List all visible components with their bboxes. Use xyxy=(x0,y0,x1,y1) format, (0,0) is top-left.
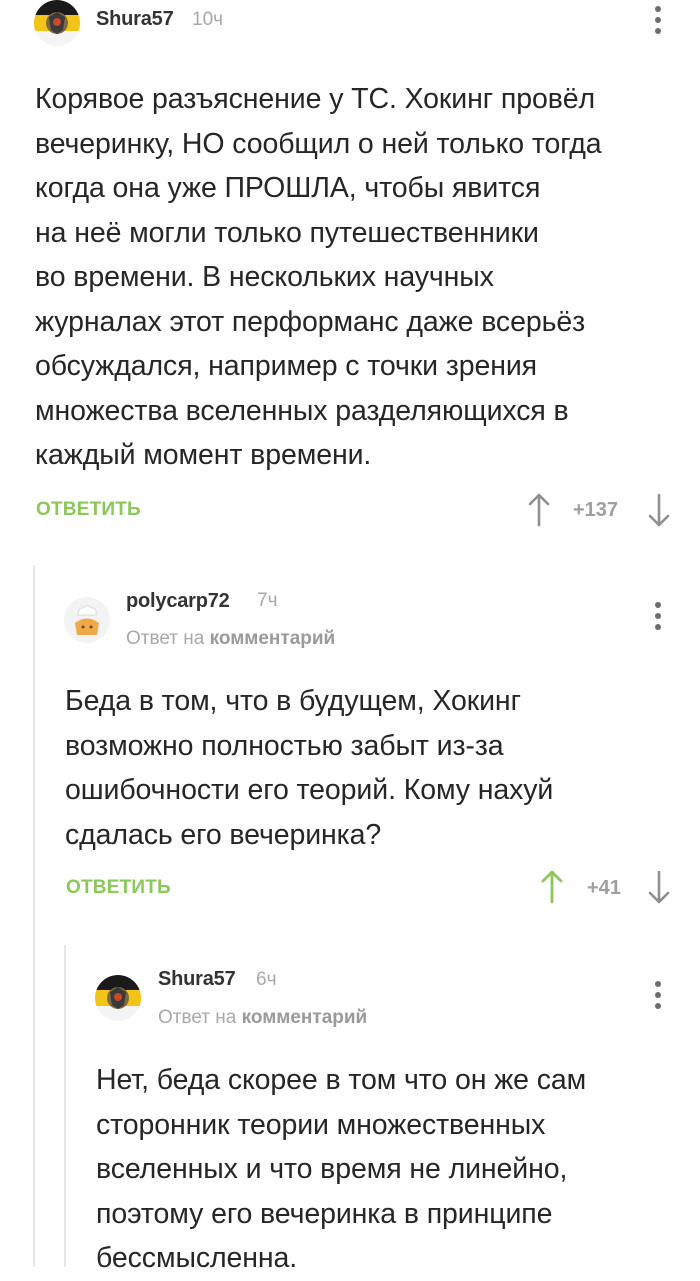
comment-line: Беда в том, что в будущем, Хокинг xyxy=(65,685,521,717)
comment-line: возможно полностью забыт из-за xyxy=(65,729,504,762)
reply-to-prefix: Ответ на xyxy=(158,1007,237,1028)
comment-line: во времени. В нескольких научных xyxy=(35,261,494,293)
rating-count: +137 xyxy=(573,499,619,521)
comment-line: на неё могли только путешественники xyxy=(35,216,539,249)
comment-text: Беда в том, что в будущем, Хокинг возмож… xyxy=(65,679,685,857)
reply-to-prefix: Ответ на xyxy=(126,628,205,649)
upvote-arrow-icon[interactable] xyxy=(527,493,551,527)
comment-line: сдалась его вечеринка? xyxy=(65,818,382,851)
author-name[interactable]: Shura57 xyxy=(158,967,236,991)
comment-line: бессмысленна. xyxy=(96,1242,298,1274)
comment-line: вселенных и что время не линейно, xyxy=(96,1153,568,1185)
reply-to-info: Ответ на комментарий xyxy=(126,627,335,651)
comment-text: Нет, беда скорее в том что он же сам сто… xyxy=(96,1058,686,1281)
upvote-arrow-icon[interactable] xyxy=(540,870,564,904)
comment-line: Нет, беда скорее в том что он же сам xyxy=(96,1064,587,1096)
comment-line: журналах этот перформанс даже всерьёз xyxy=(35,305,586,338)
timestamp: 7ч xyxy=(257,590,278,611)
reply-button[interactable]: ОТВЕТИТЬ xyxy=(66,876,171,900)
avatar[interactable] xyxy=(34,0,80,46)
comment-line: множества вселенных разделяющихся в xyxy=(35,394,569,427)
comment-3: Shura57 6ч Ответ на комментарий Нет, бед… xyxy=(0,945,700,1274)
reply-to-link[interactable]: комментарий xyxy=(242,1007,368,1028)
comment-line: обсуждался, например с точки зрения xyxy=(35,350,538,382)
comment-line: Корявое разъяснение у ТС. Хокинг провёл xyxy=(35,83,596,115)
author-name[interactable]: Shura57 xyxy=(96,7,174,31)
comment-line: ошибочности его теорий. Кому нахуй xyxy=(65,774,554,806)
reply-to-info: Ответ на комментарий xyxy=(158,1006,367,1030)
timestamp: 6ч xyxy=(256,969,277,990)
more-options-icon[interactable] xyxy=(646,979,670,1013)
imperial-flag-crest-icon xyxy=(34,0,80,46)
author-name[interactable]: polycarp72 xyxy=(126,589,230,613)
avatar[interactable] xyxy=(64,597,110,643)
more-options-icon[interactable] xyxy=(646,600,670,634)
reply-to-link[interactable]: комментарий xyxy=(210,628,336,649)
comment-line: сторонник теории множественных xyxy=(96,1108,546,1141)
comment-line: каждый момент времени. xyxy=(35,439,372,471)
timestamp: 10ч xyxy=(192,9,224,30)
imperial-flag-crest-icon xyxy=(95,975,141,1021)
reply-button[interactable]: ОТВЕТИТЬ xyxy=(36,498,141,522)
more-options-icon[interactable] xyxy=(646,4,670,38)
comment-line: вечеринку, НО сообщил о ней только тогда xyxy=(35,127,602,160)
downvote-arrow-icon[interactable] xyxy=(647,493,671,527)
chef-muffin-icon xyxy=(64,597,110,643)
comment-text: Корявое разъяснение у ТС. Хокинг провёл … xyxy=(35,77,675,478)
downvote-arrow-icon[interactable] xyxy=(647,870,671,904)
rating-count: +41 xyxy=(587,877,621,899)
comment-line: поэтому его вечеринка в принципе xyxy=(96,1197,553,1230)
avatar[interactable] xyxy=(95,975,141,1021)
comment-line: когда она уже ПРОШЛА, чтобы явится xyxy=(35,172,541,204)
comment-1: Shura57 10ч Корявое разъяснение у ТС. Хо… xyxy=(0,0,700,540)
thread-line xyxy=(64,945,66,1267)
